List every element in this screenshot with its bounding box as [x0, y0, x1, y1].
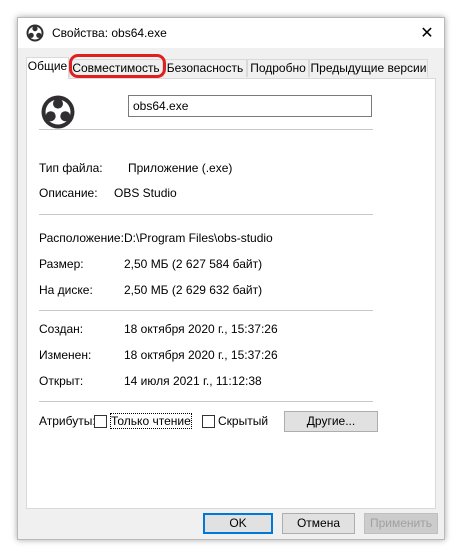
readonly-checkbox[interactable] — [94, 415, 107, 428]
separator — [39, 401, 373, 402]
created-label: Создан: — [39, 322, 84, 336]
hidden-checkbox[interactable] — [202, 415, 215, 428]
modified-value: 18 октября 2020 г., 15:37:26 — [124, 348, 278, 362]
size-label: Размер: — [39, 257, 84, 271]
file-name-input[interactable] — [128, 95, 372, 117]
modified-label: Изменен: — [39, 348, 92, 362]
close-button[interactable]: ✕ — [410, 18, 444, 48]
location-value: D:\Program Files\obs-studio — [124, 231, 273, 245]
location-label: Расположение: — [39, 231, 124, 245]
file-type-label: Тип файла: — [39, 161, 103, 175]
window-title: Свойства: obs64.exe — [52, 26, 167, 40]
accessed-label: Открыт: — [39, 374, 84, 388]
file-type-value: Приложение (.exe) — [128, 161, 233, 175]
tab-details-label: Подробно — [250, 61, 306, 75]
title-bar[interactable]: Свойства: obs64.exe ✕ — [18, 18, 444, 48]
readonly-label[interactable]: Только чтение — [110, 413, 192, 429]
tab-general[interactable]: Общие — [26, 57, 69, 79]
cancel-button[interactable]: Отмена — [282, 513, 355, 534]
separator — [39, 214, 373, 215]
created-value: 18 октября 2020 г., 15:37:26 — [124, 322, 278, 336]
attributes-label: Атрибуты: — [39, 414, 96, 428]
tab-previous-versions-label: Предыдущие версии — [310, 61, 427, 75]
disk-size-value: 2,50 МБ (2 629 632 байт) — [124, 283, 263, 297]
other-attributes-button[interactable]: Другие... — [284, 411, 378, 432]
tab-previous-versions[interactable]: Предыдущие версии — [309, 59, 428, 77]
ok-button[interactable]: OK — [203, 513, 273, 534]
tab-details[interactable]: Подробно — [247, 59, 309, 77]
description-label: Описание: — [39, 186, 98, 200]
description-value: OBS Studio — [114, 186, 177, 200]
tab-compatibility[interactable]: Совместимость — [69, 59, 163, 77]
tab-security-label: Безопасность — [166, 61, 244, 75]
tab-compatibility-label: Совместимость — [72, 61, 160, 75]
apply-button[interactable]: Применить — [364, 513, 438, 534]
size-value: 2,50 МБ (2 627 584 байт) — [124, 257, 263, 271]
tab-general-label: Общие — [27, 59, 68, 73]
hidden-label[interactable]: Скрытый — [218, 414, 268, 428]
accessed-value: 14 июля 2021 г., 11:12:38 — [124, 374, 262, 388]
separator — [39, 129, 373, 130]
properties-dialog: Свойства: obs64.exe ✕ Общие Совместимост… — [17, 17, 445, 540]
close-icon: ✕ — [420, 25, 434, 42]
obs-file-icon — [41, 95, 75, 129]
disk-size-label: На диске: — [39, 283, 93, 297]
tab-security[interactable]: Безопасность — [163, 59, 247, 77]
general-panel: Тип файла: Приложение (.exe) Описание: O… — [26, 78, 436, 509]
obs-app-icon — [26, 24, 44, 42]
separator — [39, 310, 373, 311]
